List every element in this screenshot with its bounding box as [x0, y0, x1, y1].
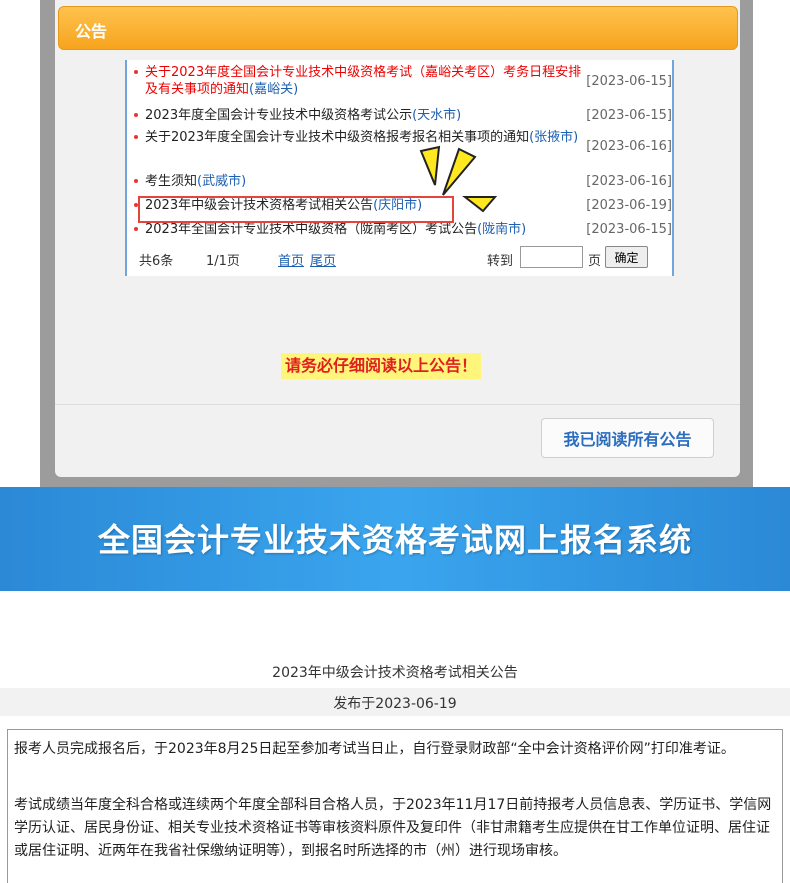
- announcement-list: 关于2023年度全国会计专业技术中级资格考试（嘉峪关考区）考务日程安排及有关事项…: [125, 60, 674, 276]
- bullet-icon: [134, 227, 138, 231]
- announcement-city[interactable]: (天水市): [412, 108, 461, 123]
- announcement-link[interactable]: 关于2023年度全国会计专业技术中级资格考试（嘉峪关考区）考务日程安排及有关事项…: [145, 64, 585, 98]
- announcement-header-label: 公告: [75, 22, 108, 41]
- page-number-input[interactable]: [520, 246, 583, 268]
- bullet-icon: [134, 70, 138, 74]
- announcement-date: [2023-06-15]: [586, 108, 672, 123]
- announcement-date: [2023-06-16]: [586, 174, 672, 189]
- bullet-icon: [134, 113, 138, 117]
- announcement-title[interactable]: 2023年度全国会计专业技术中级资格考试公示: [145, 108, 412, 123]
- first-page-link[interactable]: 首页: [278, 250, 304, 269]
- read-all-button[interactable]: 我已阅读所有公告: [541, 418, 714, 458]
- confirm-button[interactable]: 确定: [605, 246, 648, 268]
- last-page-link[interactable]: 尾页: [310, 250, 336, 269]
- announcement-date: [2023-06-15]: [586, 222, 672, 237]
- announcement-title[interactable]: 关于2023年度全国会计专业技术中级资格考试（嘉峪关考区）考务日程安排及有关事项…: [145, 65, 581, 97]
- announcement-city[interactable]: (陇南市): [477, 222, 526, 237]
- announcement-date: [2023-06-16]: [586, 139, 672, 154]
- announcement-city[interactable]: (武威市): [197, 174, 246, 189]
- announcement-title[interactable]: 考生须知: [145, 174, 197, 189]
- total-count: 共6条: [139, 254, 174, 269]
- attention-spark-icon: [419, 145, 498, 213]
- divider: [55, 404, 740, 405]
- article-content: 报考人员完成报名后，于2023年8月25日起至参加考试当日止，自行登录财政部“全…: [7, 729, 783, 883]
- announcement-title[interactable]: 2023年全国会计专业技术中级资格（陇南考区）考试公告: [145, 222, 477, 237]
- announcement-date: [2023-06-19]: [586, 198, 672, 213]
- system-banner: 全国会计专业技术资格考试网上报名系统: [0, 487, 790, 591]
- announcement-city[interactable]: (嘉峪关): [249, 82, 298, 97]
- publish-bar: 发布于2023-06-19: [0, 688, 790, 716]
- read-notice: 请务必仔细阅读以上公告！: [281, 353, 482, 379]
- announcement-link[interactable]: 2023年全国会计专业技术中级资格（陇南考区）考试公告(陇南市): [145, 221, 585, 238]
- announcement-header: 公告: [58, 6, 738, 50]
- publish-date: 发布于2023-06-19: [333, 696, 457, 712]
- announcement-link[interactable]: 考生须知(武威市): [145, 173, 585, 190]
- pagination: 共6条 1/1页 首页 尾页 转到 页 确定: [139, 246, 659, 270]
- banner-title: 全国会计专业技术资格考试网上报名系统: [97, 521, 692, 559]
- highlight-annotation-box: [138, 196, 454, 223]
- page-indicator: 1/1页: [206, 254, 240, 269]
- announcement-city[interactable]: (张掖市): [529, 130, 578, 145]
- article-paragraph: 报考人员完成报名后，于2023年8月25日起至参加考试当日止，自行登录财政部“全…: [14, 741, 735, 757]
- article-title: 2023年中级会计技术资格考试相关公告: [272, 665, 518, 681]
- announcement-date: [2023-06-15]: [586, 74, 672, 89]
- bullet-icon: [134, 135, 138, 139]
- bullet-icon: [134, 179, 138, 183]
- goto-label: 转到: [487, 254, 514, 269]
- page-unit-label: 页: [588, 254, 602, 269]
- announcement-link[interactable]: 关于2023年度全国会计专业技术中级资格报考报名相关事项的通知(张掖市): [145, 129, 590, 146]
- announcement-link[interactable]: 2023年度全国会计专业技术中级资格考试公示(天水市): [145, 107, 585, 124]
- article-paragraph: 考试成绩当年度全科合格或连续两个年度全部科目合格人员，于2023年11月17日前…: [14, 797, 772, 859]
